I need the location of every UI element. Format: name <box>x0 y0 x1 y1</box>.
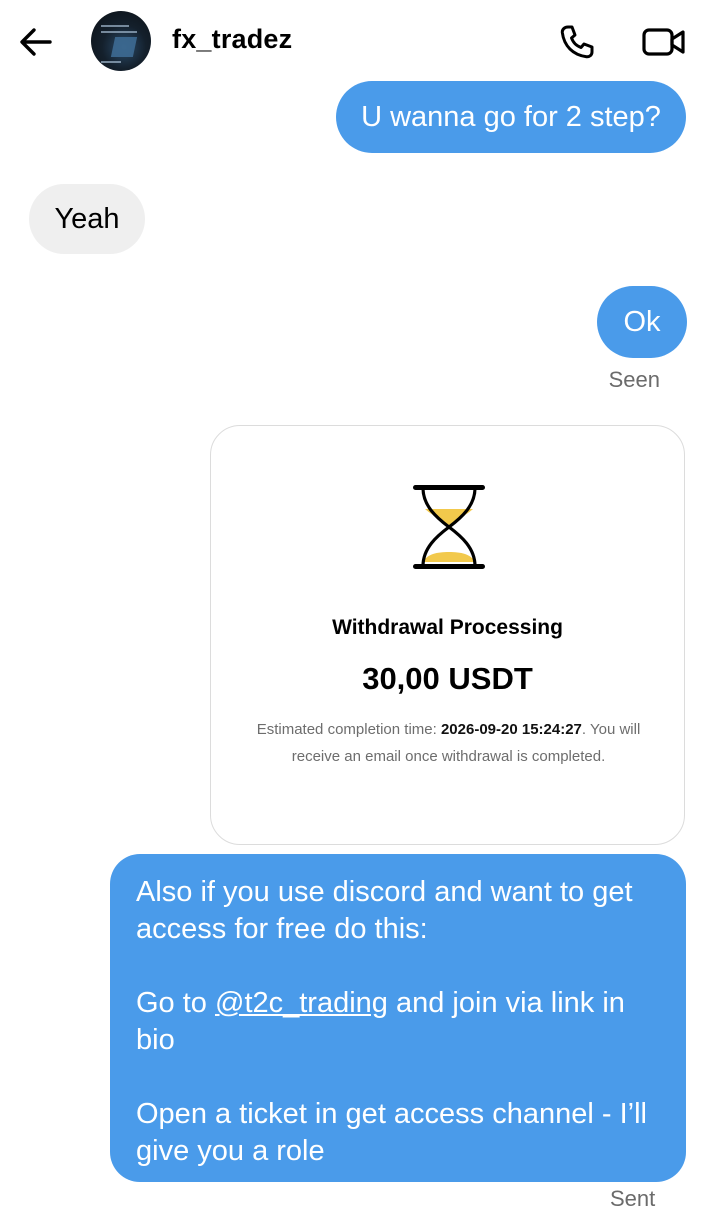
back-button[interactable] <box>16 22 56 62</box>
message-line: Open a ticket in get access channel - I’… <box>136 1098 647 1167</box>
eta-value: 2026-09-20 15:24:27 <box>440 721 582 738</box>
withdrawal-amount: 30,00 USDT <box>362 661 533 696</box>
call-button[interactable] <box>556 22 596 62</box>
message-line: Also if you use discord and want to get … <box>136 876 633 945</box>
message-bubble-outgoing[interactable]: U wanna go for 2 step? <box>336 81 686 153</box>
message-bubble-incoming[interactable]: Yeah <box>29 184 145 254</box>
withdrawal-card[interactable]: Withdrawal Processing 30,00 USDT Estimat… <box>210 425 685 845</box>
message-bubble-outgoing-long[interactable]: Also if you use discord and want to get … <box>110 854 686 1182</box>
withdrawal-details: Estimated completion time: 2026-09-20 15… <box>241 716 656 770</box>
message-line: Go to @t2c_trading and join via link in … <box>136 985 660 1059</box>
arrow-left-icon <box>20 28 52 56</box>
video-camera-icon <box>642 28 685 56</box>
message-bubble-outgoing[interactable]: Ok <box>597 286 687 358</box>
phone-icon <box>560 25 594 59</box>
seen-status: Seen <box>608 367 660 392</box>
message-text: Go to <box>136 987 215 1019</box>
chat-header: fx_tradez <box>0 0 716 82</box>
mention-link[interactable]: @t2c_trading <box>215 987 388 1019</box>
chat-username[interactable]: fx_tradez <box>172 24 292 55</box>
withdrawal-title: Withdrawal Processing <box>332 616 563 639</box>
avatar[interactable] <box>91 11 151 71</box>
sent-status: Sent <box>610 1186 656 1211</box>
eta-label: Estimated completion time: <box>256 721 437 738</box>
eta-suffix: . <box>581 721 587 738</box>
hourglass-icon <box>413 485 485 569</box>
video-call-button[interactable] <box>641 22 687 62</box>
